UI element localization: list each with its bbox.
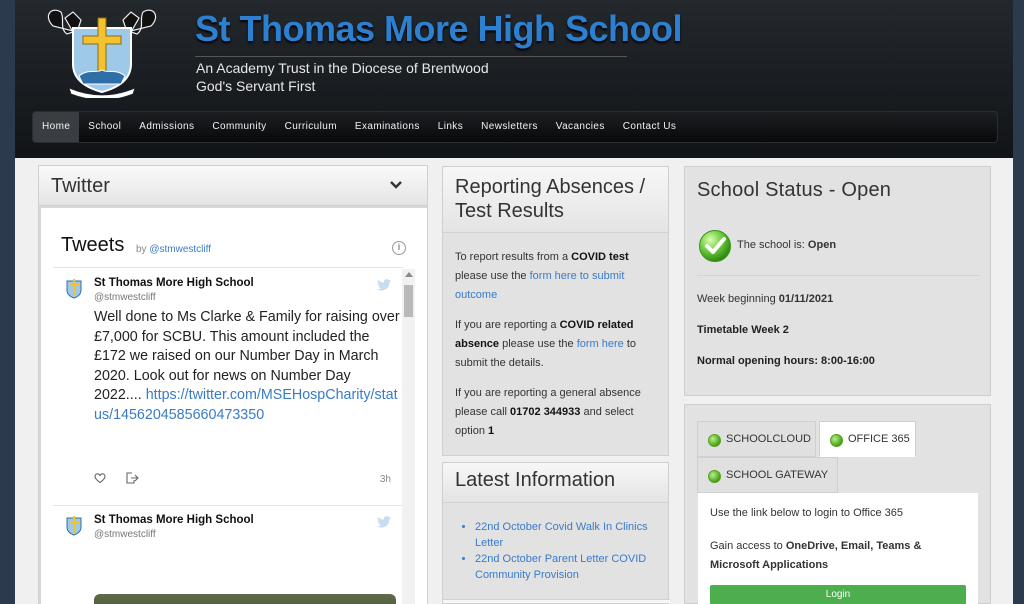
divider: [697, 275, 980, 276]
twitter-handle-link[interactable]: @stmwestcliff: [149, 244, 211, 255]
chevron-down-icon[interactable]: [389, 178, 403, 192]
tab-label: SCHOOL GATEWAY: [726, 469, 829, 481]
by-label: by: [136, 244, 147, 255]
tweet-card[interactable]: St Thomas More High School @stmwestcliff: [53, 506, 403, 604]
login-tab-content: Use the link below to login to Office 36…: [698, 493, 978, 604]
school-status-panel: School Status - Open The school is: Open…: [684, 166, 991, 396]
text: To report results from a: [455, 251, 572, 263]
status-label: The school is:: [737, 239, 808, 251]
twitter-panel-title: Twitter: [51, 175, 110, 197]
school-crest-logo[interactable]: [43, 6, 161, 98]
scroll-up-arrow-icon[interactable]: [405, 272, 413, 277]
latest-info-link[interactable]: 22nd October Parent Letter COVID Communi…: [475, 553, 646, 581]
nav-item-community[interactable]: Community: [203, 112, 275, 142]
tweet-author-handle[interactable]: @stmwestcliff: [94, 292, 156, 303]
week-beginning: Week beginning 01/11/2021: [697, 293, 833, 305]
covid-absence-paragraph: If you are reporting a COVID related abs…: [455, 316, 656, 373]
divider: [443, 599, 670, 603]
tweet-text: Well done to Ms Clarke & Family for rais…: [94, 308, 402, 425]
text: please use the: [499, 338, 577, 350]
tweet-scrollbar[interactable]: [402, 269, 415, 604]
list-item: 22nd October Covid Walk In Clinics Lette…: [475, 519, 668, 551]
heart-icon[interactable]: [94, 472, 106, 484]
twitter-panel: Twitter Tweets by @stmwestcliff i St Tho…: [38, 165, 428, 604]
nav-item-vacancies[interactable]: Vacancies: [547, 112, 614, 142]
covid-test-paragraph: To report results from a COVID test plea…: [455, 248, 656, 305]
avatar[interactable]: [63, 514, 85, 536]
option-number: 1: [488, 425, 495, 437]
reporting-panel: Reporting Absences / Test Results To rep…: [442, 166, 669, 456]
general-absence-paragraph: If you are reporting a general absence p…: [455, 384, 656, 441]
status-dot-icon: [830, 434, 843, 447]
tweet-author-name[interactable]: St Thomas More High School: [94, 277, 254, 289]
status-dot-icon: [708, 434, 721, 447]
tweets-heading: Tweets: [61, 234, 125, 256]
nav-item-examinations[interactable]: Examinations: [346, 112, 429, 142]
divider: [53, 267, 403, 268]
title-divider: [195, 56, 627, 57]
text: If you are reporting a: [455, 319, 560, 331]
list-item: 22nd October Parent Letter COVID Communi…: [475, 551, 668, 583]
text: please use the: [455, 270, 530, 282]
school-status-line: The school is: Open: [737, 239, 836, 251]
tweet-author-handle[interactable]: @stmwestcliff: [94, 529, 156, 540]
email-label: Email: [840, 540, 871, 552]
login-description: Gain access to OneDrive, Email, Teams & …: [710, 537, 960, 575]
tab-label: SCHOOLCLOUD: [726, 433, 811, 445]
week-date: 01/11/2021: [778, 293, 834, 305]
login-button[interactable]: Login: [710, 585, 966, 604]
tab-office-365[interactable]: OFFICE 365: [819, 421, 916, 457]
latest-info-link[interactable]: 22nd October Covid Walk In Clinics Lette…: [475, 521, 648, 549]
tweet-card[interactable]: St Thomas More High School @stmwestcliff…: [53, 269, 403, 505]
tweets-by-line: by @stmwestcliff: [136, 244, 211, 255]
latest-information-panel: Latest Information 22nd October Covid Wa…: [442, 462, 670, 604]
main-nav: Home School Admissions Community Curricu…: [32, 111, 998, 143]
latest-information-list: 22nd October Covid Walk In Clinics Lette…: [443, 503, 668, 583]
twitter-panel-header[interactable]: Twitter: [39, 166, 427, 206]
opening-hours: Normal opening hours: 8:00-16:00: [697, 355, 875, 367]
site-title[interactable]: St Thomas More High School: [195, 8, 683, 50]
avatar[interactable]: [63, 277, 85, 299]
tweet-author-name[interactable]: St Thomas More High School: [94, 514, 254, 526]
status-value: Open: [807, 239, 837, 251]
login-panel: SCHOOLCLOUD OFFICE 365 SCHOOL GATEWAY Us…: [684, 404, 991, 604]
site-subtitle: An Academy Trust in the Diocese of Brent…: [196, 60, 489, 76]
text: Gain access to: [710, 540, 786, 552]
status-dot-icon: [708, 470, 721, 483]
twitter-timeline: Tweets by @stmwestcliff i St Thomas More…: [41, 208, 427, 604]
twitter-bird-icon[interactable]: [377, 279, 391, 291]
tweet-photo[interactable]: [94, 594, 396, 604]
scrollbar-thumb[interactable]: [404, 285, 413, 317]
tab-schoolcloud[interactable]: SCHOOLCLOUD: [697, 421, 816, 457]
twitter-bird-icon[interactable]: [377, 516, 391, 528]
nav-item-links[interactable]: Links: [429, 112, 472, 142]
tab-school-gateway[interactable]: SCHOOL GATEWAY: [697, 457, 838, 493]
tweet-timestamp[interactable]: 3h: [380, 474, 391, 485]
share-icon[interactable]: [126, 472, 139, 484]
site-motto: God's Servant First: [196, 78, 316, 94]
onedrive-label: OneDrive: [785, 540, 835, 552]
checkmark-icon: [699, 230, 731, 262]
phone-number: 01702 344933: [510, 406, 581, 418]
latest-information-title: Latest Information: [443, 463, 668, 503]
reporting-panel-title: Reporting Absences / Test Results: [443, 167, 668, 233]
nav-item-curriculum[interactable]: Curriculum: [276, 112, 346, 142]
nav-item-home[interactable]: Home: [33, 112, 80, 142]
school-status-title: School Status - Open: [697, 179, 892, 201]
reporting-panel-body: To report results from a COVID test plea…: [443, 233, 668, 467]
covid-absence-form-link[interactable]: form here: [577, 338, 624, 350]
site-header: St Thomas More High School An Academy Tr…: [15, 0, 1013, 158]
timetable-week: Timetable Week 2: [697, 324, 789, 336]
nav-item-contact-us[interactable]: Contact Us: [614, 112, 685, 142]
nav-item-admissions[interactable]: Admissions: [130, 112, 203, 142]
tab-label: OFFICE 365: [848, 433, 910, 445]
info-icon[interactable]: i: [392, 241, 406, 255]
login-instructions: Use the link below to login to Office 36…: [710, 507, 904, 519]
week-label: Week beginning: [697, 293, 779, 305]
nav-item-newsletters[interactable]: Newsletters: [472, 112, 547, 142]
covid-test-label: COVID test: [571, 251, 629, 263]
nav-item-school[interactable]: School: [79, 112, 130, 142]
